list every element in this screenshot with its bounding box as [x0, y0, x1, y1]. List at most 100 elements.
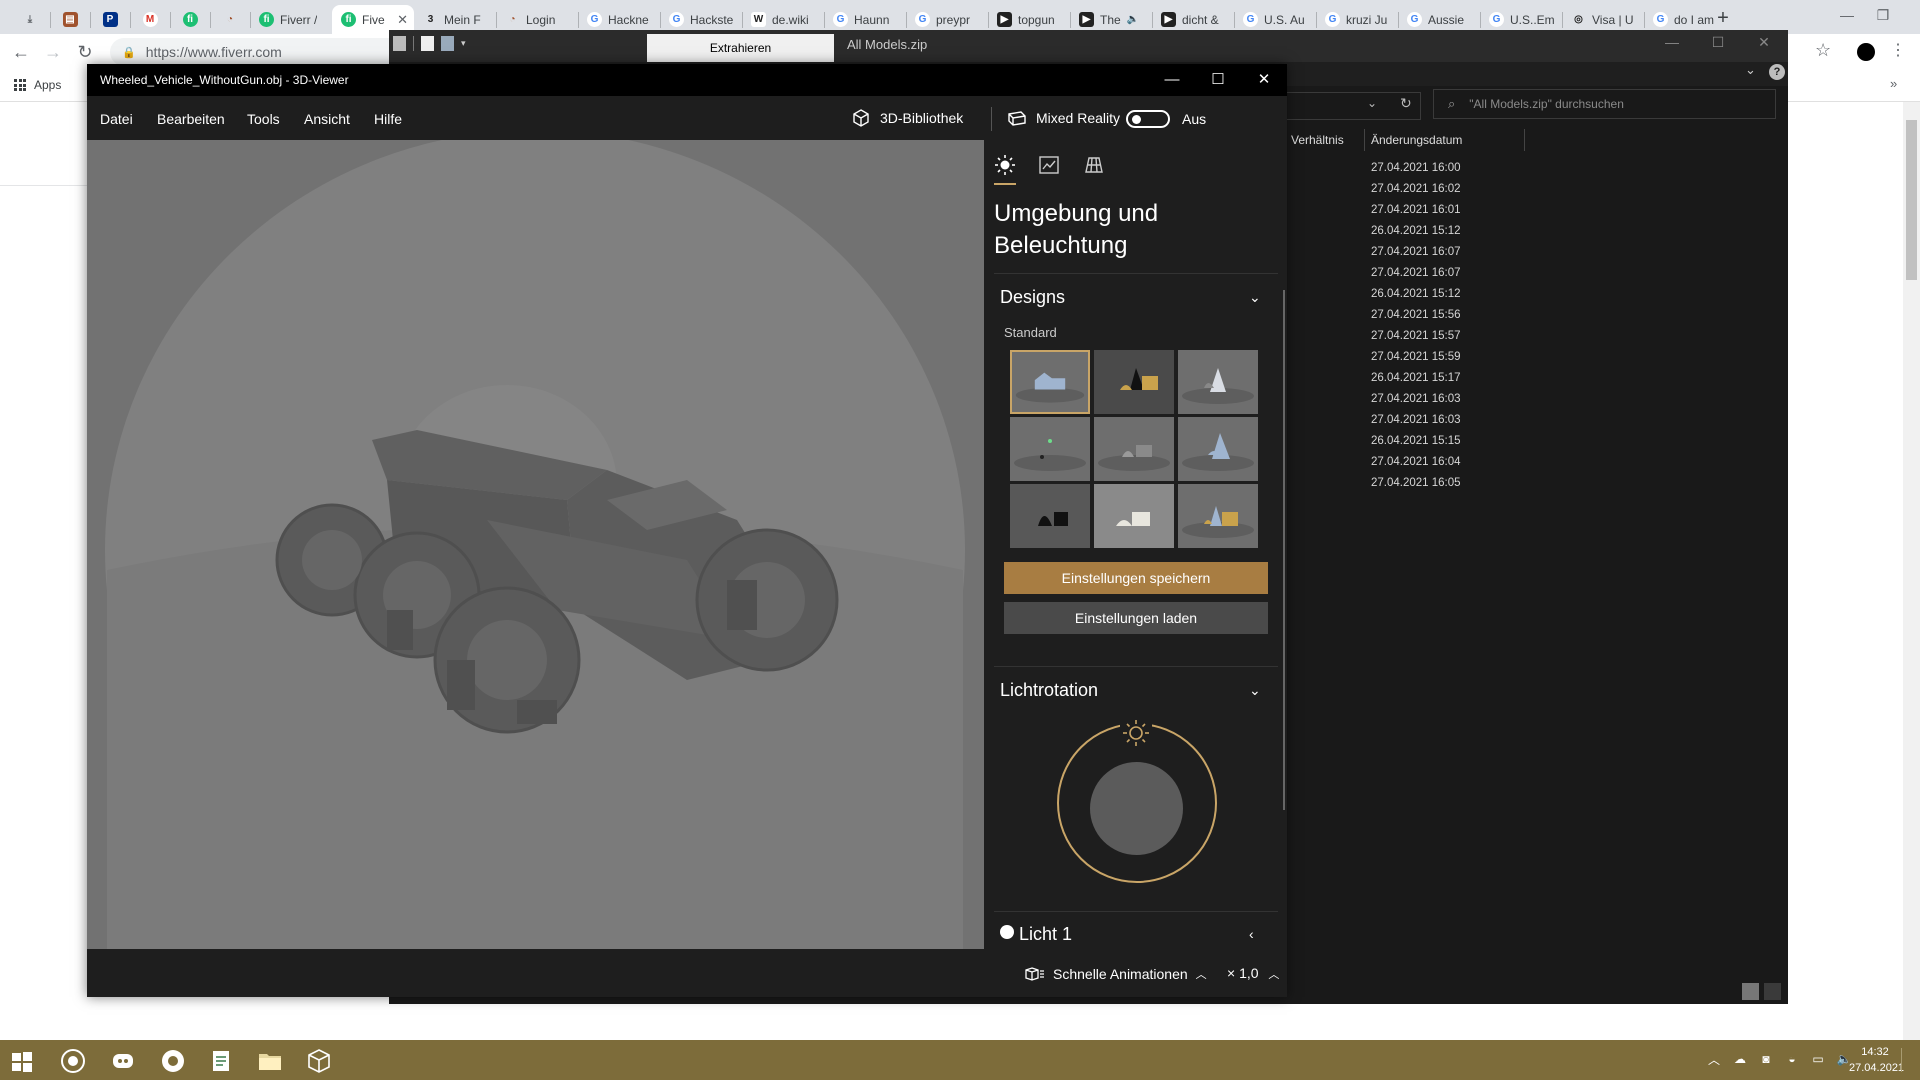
- viewer-minimize-button[interactable]: —: [1149, 64, 1195, 96]
- show-hidden-icons-chevron-icon[interactable]: ︿: [1706, 1052, 1722, 1067]
- animation-speed-button[interactable]: × 1,0 ︿: [1227, 965, 1279, 982]
- taskbar-clock[interactable]: 14:32 27.04.2021: [1849, 1044, 1904, 1076]
- theme-thumbnail[interactable]: [1094, 417, 1174, 481]
- menu-bearbeiten[interactable]: Bearbeiten: [157, 111, 225, 127]
- date-cell[interactable]: 27.04.2021 15:59: [1371, 349, 1461, 370]
- theme-thumbnail[interactable]: [1094, 350, 1174, 414]
- 3d-viewer-taskbar-icon[interactable]: [306, 1048, 332, 1074]
- ribbon-expand-icon[interactable]: ⌄: [1745, 62, 1756, 78]
- tab-stats[interactable]: [1038, 154, 1060, 176]
- theme-thumbnail[interactable]: [1178, 484, 1258, 548]
- browser-tab-pinned[interactable]: P: [90, 5, 130, 34]
- network-drive-icon[interactable]: ◒: [1784, 1052, 1800, 1066]
- profile-avatar[interactable]: [1857, 43, 1875, 61]
- tab-lighting[interactable]: [994, 154, 1016, 176]
- windows-start-icon[interactable]: [11, 1051, 37, 1077]
- show-desktop-button[interactable]: [1901, 1048, 1917, 1072]
- date-cell[interactable]: 27.04.2021 15:57: [1371, 328, 1461, 349]
- browser-minimize-button[interactable]: —: [1824, 0, 1870, 30]
- browser-tab-pinned[interactable]: M: [130, 5, 170, 34]
- date-cell[interactable]: 27.04.2021 16:00: [1371, 160, 1461, 181]
- address-history-chevron-icon[interactable]: ⌄: [1367, 96, 1377, 110]
- back-button[interactable]: ←: [10, 41, 32, 63]
- network-icon[interactable]: ▭: [1810, 1052, 1826, 1066]
- light-1-chevron-icon[interactable]: ‹: [1249, 926, 1254, 942]
- column-header-date[interactable]: Änderungsdatum: [1371, 133, 1462, 147]
- checkbox-icon[interactable]: [421, 36, 434, 51]
- browser-restore-button[interactable]: ❐: [1870, 0, 1896, 30]
- speaker-icon[interactable]: 🔈: [1127, 14, 1139, 25]
- new-tab-button[interactable]: +: [1709, 5, 1737, 31]
- date-cell[interactable]: 26.04.2021 15:17: [1371, 370, 1461, 391]
- close-tab-icon[interactable]: ✕: [397, 12, 408, 28]
- menu-tools[interactable]: Tools: [247, 111, 280, 127]
- quick-access-dropdown-icon[interactable]: ▾: [461, 38, 466, 49]
- browser-tab-pinned[interactable]: ▤: [50, 5, 90, 34]
- menu-datei[interactable]: Datei: [100, 111, 133, 127]
- designs-title[interactable]: Designs: [1000, 287, 1065, 308]
- explorer-minimize-button[interactable]: —: [1652, 34, 1692, 50]
- discord-icon[interactable]: [110, 1048, 136, 1074]
- onedrive-icon[interactable]: ☁: [1732, 1052, 1748, 1066]
- date-cell[interactable]: 27.04.2021 16:07: [1371, 265, 1461, 286]
- theme-thumbnail[interactable]: [1010, 417, 1090, 481]
- save-settings-button[interactable]: Einstellungen speichern: [1004, 562, 1268, 594]
- tab-grid[interactable]: [1083, 154, 1105, 176]
- date-cell[interactable]: 27.04.2021 16:07: [1371, 244, 1461, 265]
- reload-button[interactable]: ↻: [74, 41, 96, 63]
- zip-icon[interactable]: [393, 36, 406, 51]
- theme-thumbnail[interactable]: [1010, 484, 1090, 548]
- notepad-icon[interactable]: [208, 1048, 234, 1074]
- theme-thumbnail[interactable]: [1010, 350, 1090, 414]
- browser-menu-icon[interactable]: ⋮: [1890, 40, 1906, 60]
- 3d-library-button[interactable]: 3D-Bibliothek: [851, 108, 963, 128]
- browser-tab-pinned[interactable]: fi: [170, 5, 210, 34]
- browser-tab-pinned[interactable]: ◔: [210, 5, 250, 34]
- designs-chevron-icon[interactable]: ⌄: [1249, 289, 1261, 306]
- settings-app-icon[interactable]: [60, 1048, 86, 1074]
- light-1-color-dot[interactable]: [1000, 925, 1014, 939]
- date-cell[interactable]: 26.04.2021 15:15: [1371, 433, 1461, 454]
- theme-thumbnail[interactable]: [1178, 417, 1258, 481]
- date-cell[interactable]: 26.04.2021 15:12: [1371, 223, 1461, 244]
- browser-tab[interactable]: fi Fiverr /: [250, 5, 332, 34]
- theme-thumbnail[interactable]: [1094, 484, 1174, 548]
- date-cell[interactable]: 27.04.2021 16:03: [1371, 412, 1461, 433]
- date-cell[interactable]: 27.04.2021 16:04: [1371, 454, 1461, 475]
- menu-hilfe[interactable]: Hilfe: [374, 111, 402, 127]
- properties-icon[interactable]: [441, 36, 454, 51]
- light-1-label[interactable]: Licht 1: [1019, 924, 1072, 945]
- date-cell[interactable]: 27.04.2021 16:01: [1371, 202, 1461, 223]
- explorer-search-input[interactable]: ⌕ "All Models.zip" durchsuchen: [1433, 89, 1776, 119]
- tiles-view-icon[interactable]: [1764, 983, 1781, 1000]
- page-scrollbar-thumb[interactable]: [1906, 120, 1917, 280]
- explorer-close-button[interactable]: ✕: [1744, 34, 1784, 51]
- mixed-reality-button[interactable]: Mixed Reality: [1007, 108, 1120, 128]
- vehicle-model[interactable]: [87, 140, 984, 949]
- explorer-maximize-button[interactable]: ☐: [1698, 34, 1738, 51]
- date-cell[interactable]: 27.04.2021 16:05: [1371, 475, 1461, 496]
- menu-ansicht[interactable]: Ansicht: [304, 111, 350, 127]
- discord-tray-icon[interactable]: ◙: [1758, 1052, 1774, 1066]
- light-rotation-title[interactable]: Lichtrotation: [1000, 680, 1098, 701]
- bookmarks-overflow-icon[interactable]: »: [1890, 76, 1897, 91]
- 3d-viewport[interactable]: [87, 140, 984, 949]
- viewer-maximize-button[interactable]: ☐: [1195, 64, 1241, 96]
- panel-scrollbar[interactable]: [1283, 290, 1285, 810]
- file-explorer-icon[interactable]: [257, 1048, 283, 1074]
- apps-shortcut[interactable]: Apps: [14, 78, 61, 92]
- refresh-icon[interactable]: ↻: [1400, 95, 1412, 112]
- viewer-close-button[interactable]: ✕: [1241, 64, 1287, 96]
- light-sun-handle-icon[interactable]: [1120, 717, 1152, 749]
- details-view-icon[interactable]: [1742, 983, 1759, 1000]
- bookmark-star-icon[interactable]: ☆: [1815, 40, 1831, 61]
- date-cell[interactable]: 27.04.2021 16:03: [1371, 391, 1461, 412]
- load-settings-button[interactable]: Einstellungen laden: [1004, 602, 1268, 634]
- help-icon[interactable]: ?: [1769, 64, 1785, 80]
- date-cell[interactable]: 26.04.2021 15:12: [1371, 286, 1461, 307]
- column-separator[interactable]: [1524, 129, 1525, 151]
- chrome-icon[interactable]: [160, 1048, 186, 1074]
- date-cell[interactable]: 27.04.2021 15:56: [1371, 307, 1461, 328]
- column-header-ratio[interactable]: Verhältnis: [1291, 133, 1344, 147]
- address-bar[interactable]: 🔒 https://www.fiverr.com: [110, 38, 400, 66]
